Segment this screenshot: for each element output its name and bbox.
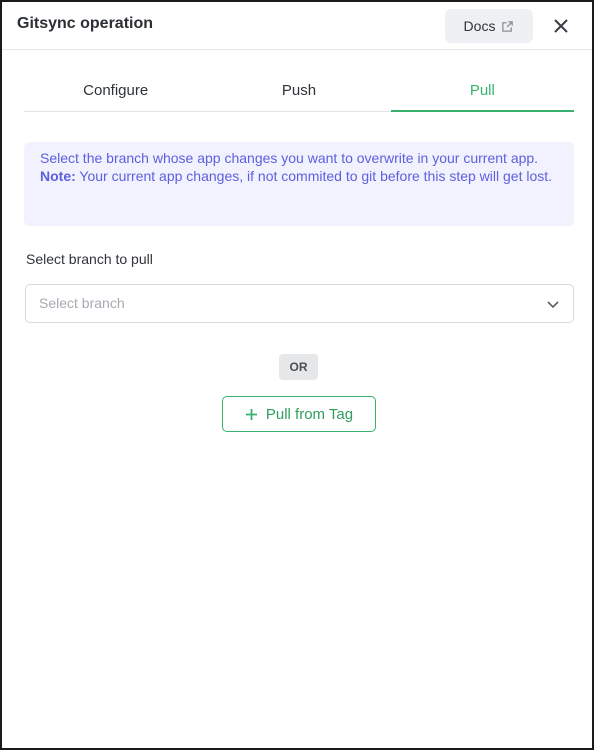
tab-push[interactable]: Push (207, 76, 390, 111)
modal-header: Gitsync operation Docs (2, 2, 592, 50)
branch-select-placeholder: Select branch (39, 295, 125, 311)
modal-title: Gitsync operation (17, 15, 154, 32)
close-button[interactable] (551, 16, 571, 36)
gitsync-modal: Gitsync operation Docs Configure Push Pu… (0, 0, 594, 750)
info-text: Select the branch whose app changes you … (40, 150, 539, 166)
info-alert: Select the branch whose app changes you … (24, 142, 574, 226)
note-text: Your current app changes, if not commite… (75, 167, 553, 184)
docs-label: Docs (463, 18, 496, 34)
chevron-down-icon (547, 301, 559, 309)
branch-select-label: Select branch to pull (26, 251, 153, 267)
pull-from-tag-button[interactable]: Pull from Tag (222, 396, 376, 432)
or-divider: OR (279, 354, 318, 380)
tab-pull[interactable]: Pull (390, 76, 575, 112)
pull-from-tag-label: Pull from Tag (265, 405, 354, 423)
tab-configure[interactable]: Configure (24, 76, 207, 111)
docs-button[interactable]: Docs (445, 9, 533, 43)
close-icon (554, 19, 568, 33)
branch-select[interactable]: Select branch (25, 284, 574, 323)
note-label: Note: (40, 167, 76, 184)
plus-icon (245, 408, 257, 420)
tab-bar: Configure Push Pull (24, 76, 575, 112)
external-link-icon (502, 20, 514, 32)
